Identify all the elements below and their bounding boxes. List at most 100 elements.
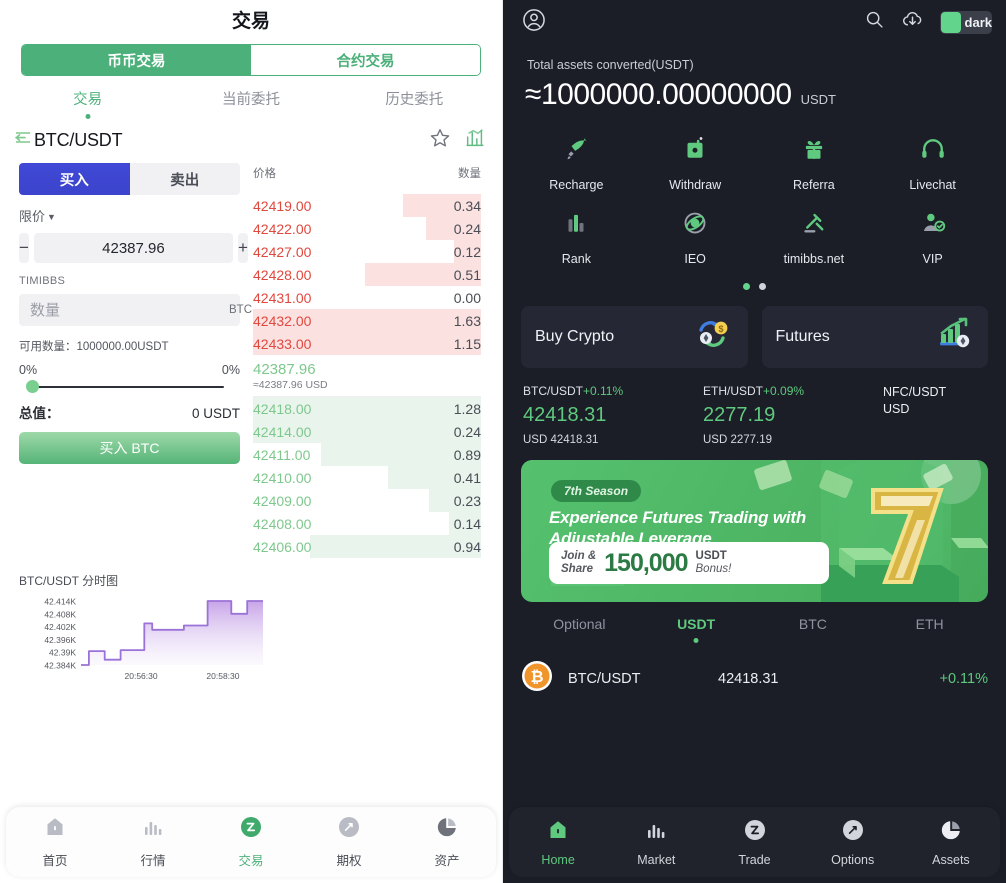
order-book-amount: 0.34 bbox=[453, 197, 481, 214]
column-amount: 数量 bbox=[458, 168, 481, 180]
back-arrow-icon[interactable] bbox=[13, 130, 33, 151]
ticker-change: +0.11% bbox=[583, 384, 624, 398]
ticker-price: 42418.31 bbox=[523, 404, 607, 426]
order-book-amount: 1.63 bbox=[453, 312, 481, 329]
order-book-row[interactable]: 42411.00 0.89 bbox=[253, 443, 481, 466]
promo-banner[interactable]: 7th Season Experience Futures Trading wi… bbox=[521, 460, 988, 602]
card-buy-crypto[interactable]: Buy Crypto $ bbox=[521, 306, 748, 368]
submit-order-button[interactable]: 买入 BTC bbox=[19, 432, 240, 464]
card-title: Futures bbox=[775, 328, 830, 345]
nav-item-home[interactable]: Home bbox=[509, 818, 607, 867]
nav-item-options[interactable]: Options bbox=[804, 818, 902, 867]
subtab-open-orders[interactable]: 当前委托 bbox=[169, 88, 332, 121]
order-book-row[interactable]: 42410.00 0.41 bbox=[253, 466, 481, 489]
theme-toggle[interactable]: dark bbox=[940, 10, 992, 34]
star-icon[interactable] bbox=[429, 127, 451, 154]
order-book-row[interactable]: 42409.00 0.23 bbox=[253, 489, 481, 512]
market-tab-optional[interactable]: Optional bbox=[521, 616, 638, 646]
order-book-row[interactable]: 42414.00 0.24 bbox=[253, 420, 481, 443]
order-book-price: 42427.00 bbox=[253, 243, 312, 260]
ticker-strip: BTC/USDT+0.11% 42418.31 USD 42418.31 ETH… bbox=[503, 368, 1006, 446]
chart-xtick: 20:56:30 bbox=[125, 671, 158, 681]
action-livechat[interactable]: Livechat bbox=[873, 134, 992, 192]
ticker-eth[interactable]: ETH/USDT+0.09% 2277.19 USD 2277.19 bbox=[703, 384, 883, 446]
pager-dot[interactable] bbox=[759, 283, 766, 290]
order-book-row[interactable]: 42406.00 0.94 bbox=[253, 535, 481, 558]
assets-pie-icon bbox=[435, 815, 459, 844]
buy-tab[interactable]: 买入 bbox=[19, 163, 130, 195]
subtab-history-orders[interactable]: 历史委托 bbox=[333, 88, 496, 121]
nav-item-trade[interactable]: Trade bbox=[705, 818, 803, 867]
page-title: 交易 bbox=[231, 11, 270, 32]
pager-dot-active[interactable] bbox=[743, 283, 750, 290]
market-list-row[interactable]: ₿ BTC/USDT 42418.31 +0.11% bbox=[503, 646, 1006, 697]
nav-item-market[interactable]: Market bbox=[607, 818, 705, 867]
market-tab-btc[interactable]: BTC bbox=[755, 616, 872, 646]
last-price: 42387.96 bbox=[253, 361, 316, 378]
order-book-row[interactable]: 42433.00 1.15 bbox=[253, 332, 481, 355]
price-increment-button[interactable]: + bbox=[237, 233, 248, 263]
amount-input[interactable] bbox=[30, 301, 229, 319]
action-recharge[interactable]: Recharge bbox=[517, 134, 636, 192]
action-ieo[interactable]: IEO bbox=[636, 208, 755, 266]
trade-subtabs: 交易 当前委托 历史委托 bbox=[0, 88, 502, 121]
rank-bars-icon bbox=[561, 208, 591, 243]
home-panel: dark Total assets converted(USDT) ≈10000… bbox=[503, 0, 1006, 883]
nav-item-market[interactable]: 行情 bbox=[104, 815, 202, 869]
card-futures[interactable]: Futures bbox=[761, 306, 988, 368]
chart-ytick: 42.396K bbox=[44, 635, 76, 645]
market-bars-icon bbox=[141, 815, 165, 844]
order-type-select[interactable]: 限价 ▼ bbox=[19, 206, 240, 225]
order-book-row[interactable]: 42419.00 0.34 bbox=[253, 194, 481, 217]
banner-usdt: USDT bbox=[695, 550, 727, 562]
order-book-price: 42414.00 bbox=[253, 423, 312, 440]
market-tab-usdt[interactable]: USDT bbox=[638, 616, 755, 646]
available-balance: 可用数量：1000000.00USDT bbox=[19, 341, 169, 353]
ticker-sub: USD 2277.19 bbox=[703, 434, 773, 446]
action-rank[interactable]: Rank bbox=[517, 208, 636, 266]
market-tab-eth[interactable]: ETH bbox=[871, 616, 988, 646]
last-price-block: 42387.96 ≈42387.96 USD bbox=[253, 355, 481, 396]
price-decrement-button[interactable]: − bbox=[19, 233, 29, 263]
order-book-row[interactable]: 42418.00 1.28 bbox=[253, 397, 481, 420]
ticker-nfc[interactable]: NFC/USDT USD bbox=[883, 384, 988, 446]
search-icon[interactable] bbox=[864, 9, 885, 35]
market-change: +0.11% bbox=[939, 670, 988, 687]
download-cloud-icon[interactable] bbox=[901, 8, 924, 36]
order-book-row[interactable]: 42427.00 0.12 bbox=[253, 240, 481, 263]
nav-item-options[interactable]: 期权 bbox=[300, 815, 398, 869]
sell-tab[interactable]: 卖出 bbox=[129, 163, 240, 195]
action-timibbs[interactable]: timibbs.net bbox=[755, 208, 874, 266]
order-book-row[interactable]: 42428.00 0.51 bbox=[253, 263, 481, 286]
amount-slider[interactable] bbox=[19, 380, 240, 394]
order-book-row[interactable]: 42431.00 0.00 bbox=[253, 286, 481, 309]
chart-ytick: 42.39K bbox=[49, 648, 76, 658]
order-type-label: 限价 bbox=[19, 209, 46, 224]
home-icon bbox=[43, 815, 67, 844]
price-input[interactable] bbox=[33, 233, 233, 263]
subtab-trade[interactable]: 交易 bbox=[6, 88, 169, 121]
bid-rows: 42418.00 1.28 42414.00 0.24 42411.00 0.89 4241… bbox=[253, 397, 481, 558]
order-book-price: 42433.00 bbox=[253, 335, 312, 352]
slider-knob[interactable] bbox=[26, 380, 39, 393]
order-book-row[interactable]: 42432.00 1.63 bbox=[253, 309, 481, 332]
order-book-amount: 0.51 bbox=[453, 266, 481, 283]
order-book-row[interactable]: 42408.00 0.14 bbox=[253, 512, 481, 535]
chart-bars-icon[interactable] bbox=[464, 127, 486, 154]
nav-item-home[interactable]: 首页 bbox=[6, 815, 104, 869]
nav-item-trade[interactable]: 交易 bbox=[202, 815, 300, 869]
total-label: 总值： bbox=[19, 406, 60, 421]
nav-item-assets[interactable]: Assets bbox=[902, 818, 1000, 867]
nav-item-assets[interactable]: 资产 bbox=[398, 815, 496, 869]
action-vip[interactable]: VIP bbox=[873, 208, 992, 266]
action-withdraw[interactable]: Withdraw bbox=[636, 134, 755, 192]
action-referral[interactable]: Referra bbox=[755, 134, 874, 192]
ticker-head: ETH/USDT+0.09% bbox=[703, 384, 883, 398]
banner-bonus-text: USDT Bonus! bbox=[696, 550, 732, 576]
bottom-nav-right: Home Market Trade Options Assets bbox=[509, 807, 1000, 877]
segment-spot[interactable]: 币币交易 bbox=[22, 45, 251, 75]
ticker-btc[interactable]: BTC/USDT+0.11% 42418.31 USD 42418.31 bbox=[523, 384, 703, 446]
order-book-row[interactable]: 42422.00 0.24 bbox=[253, 217, 481, 240]
segment-futures[interactable]: 合约交易 bbox=[251, 45, 480, 75]
user-avatar-icon[interactable] bbox=[521, 7, 547, 38]
